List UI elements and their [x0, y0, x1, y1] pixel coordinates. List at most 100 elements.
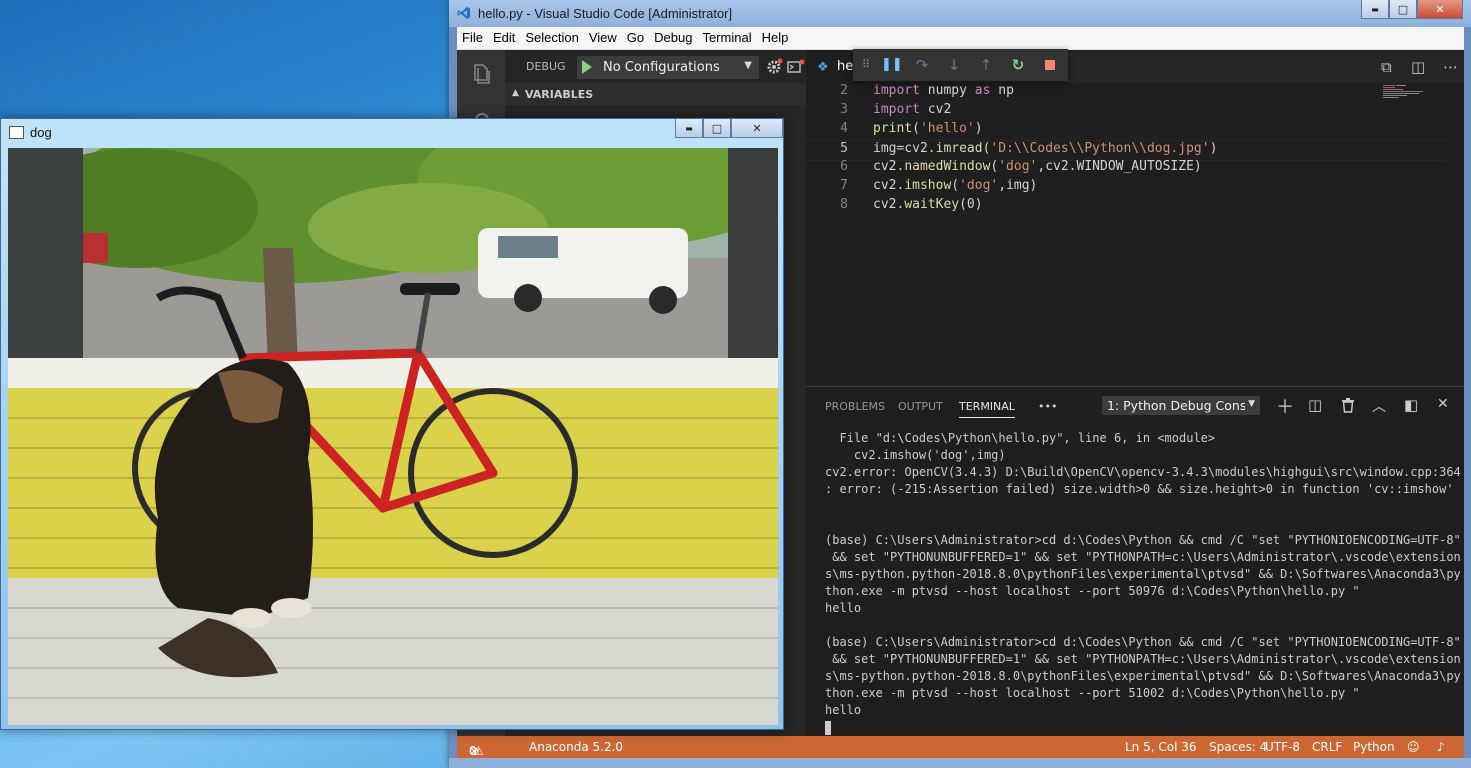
editor-group: ❖ he ⠿ ❚❚ ↷ ↓ ↑ ↻ ⧉ ◫ ⋯ 2 import numpy a…	[806, 49, 1464, 386]
vscode-logo-icon	[457, 7, 470, 19]
code-line[interactable]: 3 import cv2	[806, 102, 1446, 121]
bell-icon[interactable]: ♪	[1437, 740, 1445, 754]
new-terminal-icon[interactable]: ＋	[1276, 393, 1294, 419]
dog-window-title: dog	[30, 125, 52, 140]
line-number: 6	[840, 159, 848, 174]
code-token: np	[990, 83, 1014, 98]
menu-selection[interactable]: Selection	[520, 27, 583, 45]
debug-console-icon[interactable]	[787, 59, 805, 75]
code-line[interactable]: 6 cv2.namedWindow('dog',cv2.WINDOW_AUTOSI…	[806, 159, 1446, 178]
tab-output[interactable]: OUTPUT	[898, 400, 943, 413]
code-token: numpy	[919, 83, 975, 98]
code-line[interactable]: 5 img=cv2.imread('D:\\Codes\\Python\\dog.…	[806, 140, 1446, 161]
open-changes-icon[interactable]: ⧉	[1381, 58, 1392, 76]
step-out-icon[interactable]: ↑	[977, 56, 995, 74]
code-token: import	[873, 83, 920, 98]
vscode-titlebar[interactable]: hello.py - Visual Studio Code [Administr…	[449, 0, 1471, 27]
line-number: 5	[840, 141, 848, 156]
variables-section-header[interactable]: ▲ VARIABLES	[505, 83, 806, 105]
terminal-line: && set "PYTHONUNBUFFERED=1" && set "PYTH…	[825, 652, 1461, 666]
dog-maximize-button[interactable]: □	[703, 119, 731, 138]
menu-help[interactable]: Help	[757, 27, 794, 45]
stop-icon[interactable]	[1041, 56, 1059, 74]
python-environment[interactable]: Anaconda 5.2.0	[529, 740, 623, 754]
close-icon: ✕	[1435, 2, 1445, 16]
close-panel-icon[interactable]: ✕	[1437, 396, 1449, 412]
code-token: cv2.	[873, 197, 905, 212]
pause-icon[interactable]: ❚❚	[881, 56, 903, 74]
cursor-position[interactable]: Ln 5, Col 36	[1125, 740, 1197, 754]
gear-icon[interactable]	[765, 58, 783, 76]
maximize-icon: □	[1397, 2, 1409, 16]
encoding[interactable]: UTF-8	[1265, 740, 1300, 754]
menu-view[interactable]: View	[584, 27, 622, 45]
step-over-icon[interactable]: ↷	[913, 56, 931, 74]
code-text: cv2.imshow('dog',img)	[873, 178, 1037, 193]
code-line[interactable]: 2 import numpy as np	[806, 83, 1446, 102]
code-text: print('hello')	[873, 121, 983, 136]
language-mode[interactable]: Python	[1353, 740, 1395, 754]
code-line[interactable]: 7 cv2.imshow('dog',img)	[806, 178, 1446, 197]
code-line[interactable]: 8 cv2.waitKey(0)	[806, 197, 1446, 216]
trash-icon[interactable]	[1341, 398, 1355, 413]
step-into-icon[interactable]: ↓	[945, 56, 963, 74]
toggle-panel-position-icon[interactable]: ◧	[1404, 396, 1418, 414]
dog-close-button[interactable]: ✕	[731, 119, 783, 138]
debug-action-toolbar: ⠿ ❚❚ ↷ ↓ ↑ ↻	[853, 49, 1068, 81]
menu-bar: File Edit Selection View Go Debug Terminal Help	[457, 27, 1464, 50]
code-token: imread	[935, 141, 983, 156]
code-text: cv2.waitKey(0)	[873, 197, 983, 212]
dog-photo	[8, 148, 778, 725]
status-bar: ⊗ 0 ⚠ 0 Anaconda 5.2.0 Ln 5, Col 36 Spac…	[457, 736, 1464, 758]
line-endings[interactable]: CRLF	[1312, 740, 1342, 754]
start-debug-icon[interactable]	[582, 60, 592, 74]
debug-config-select[interactable]: No Configurations ▼	[577, 56, 759, 79]
maximize-icon: □	[711, 121, 723, 135]
split-terminal-icon[interactable]: ◫	[1308, 396, 1322, 414]
more-actions-icon[interactable]: ⋯	[1443, 58, 1458, 76]
code-token: 'dog'	[959, 178, 999, 193]
code-line[interactable]: 4 print('hello')	[806, 121, 1446, 140]
terminal-select[interactable]: 1: Python Debug Consc ▼	[1102, 396, 1260, 415]
tab-problems[interactable]: PROBLEMS	[825, 400, 885, 413]
terminal-line: (base) C:\Users\Administrator>cd d:\Code…	[825, 533, 1461, 547]
minimize-icon: ▬	[1371, 4, 1379, 14]
drag-handle-icon[interactable]: ⠿	[857, 56, 875, 74]
close-button[interactable]: ✕	[1417, 0, 1463, 19]
minimize-button[interactable]: ▬	[1361, 0, 1389, 19]
menu-terminal[interactable]: Terminal	[697, 27, 756, 45]
code-editor[interactable]: 2 import numpy as np 3 import cv2 4 print('he…	[806, 83, 1446, 386]
menu-file[interactable]: File	[457, 27, 488, 45]
code-token: 'hello'	[919, 121, 975, 136]
maximize-button[interactable]: □	[1389, 0, 1417, 19]
close-icon: ✕	[752, 121, 762, 135]
dog-minimize-button[interactable]: ▬	[675, 119, 703, 138]
code-text: import cv2	[873, 102, 951, 117]
window-frame-bottom	[449, 758, 1471, 768]
terminal-prompt[interactable]	[825, 719, 1455, 736]
panel-more-icon[interactable]: •••	[1038, 400, 1057, 413]
terminal-line: cv2.imshow('dog',img)	[825, 448, 1006, 462]
chevron-down-icon: ▼	[744, 60, 752, 71]
menu-debug[interactable]: Debug	[649, 27, 697, 45]
maximize-panel-icon[interactable]: ︿	[1372, 396, 1386, 416]
code-text: cv2.namedWindow('dog',cv2.WINDOW_AUTOSIZ…	[873, 159, 1202, 174]
terminal-line: File "d:\Codes\Python\hello.py", line 6,…	[825, 431, 1216, 445]
tab-terminal[interactable]: TERMINAL	[959, 400, 1015, 418]
terminal-line: hello	[825, 601, 862, 615]
smiley-feedback-icon[interactable]: ☺	[1407, 740, 1420, 754]
terminal-output[interactable]: File "d:\Codes\Python\hello.py", line 6,…	[825, 430, 1461, 735]
explorer-icon[interactable]	[469, 62, 493, 86]
terminal-line: hello	[825, 703, 862, 717]
menu-edit[interactable]: Edit	[488, 27, 520, 45]
python-file-icon: ❖	[817, 60, 829, 75]
menu-go[interactable]: Go	[622, 27, 649, 45]
code-token: waitKey	[904, 197, 960, 212]
restart-icon[interactable]: ↻	[1009, 56, 1027, 74]
indentation[interactable]: Spaces: 4	[1209, 740, 1267, 754]
code-token: cv2.	[873, 178, 905, 193]
code-token: as	[974, 83, 991, 98]
split-editor-icon[interactable]: ◫	[1411, 58, 1425, 76]
code-token: img=cv2.	[873, 141, 936, 156]
minimap[interactable]	[1383, 84, 1428, 98]
